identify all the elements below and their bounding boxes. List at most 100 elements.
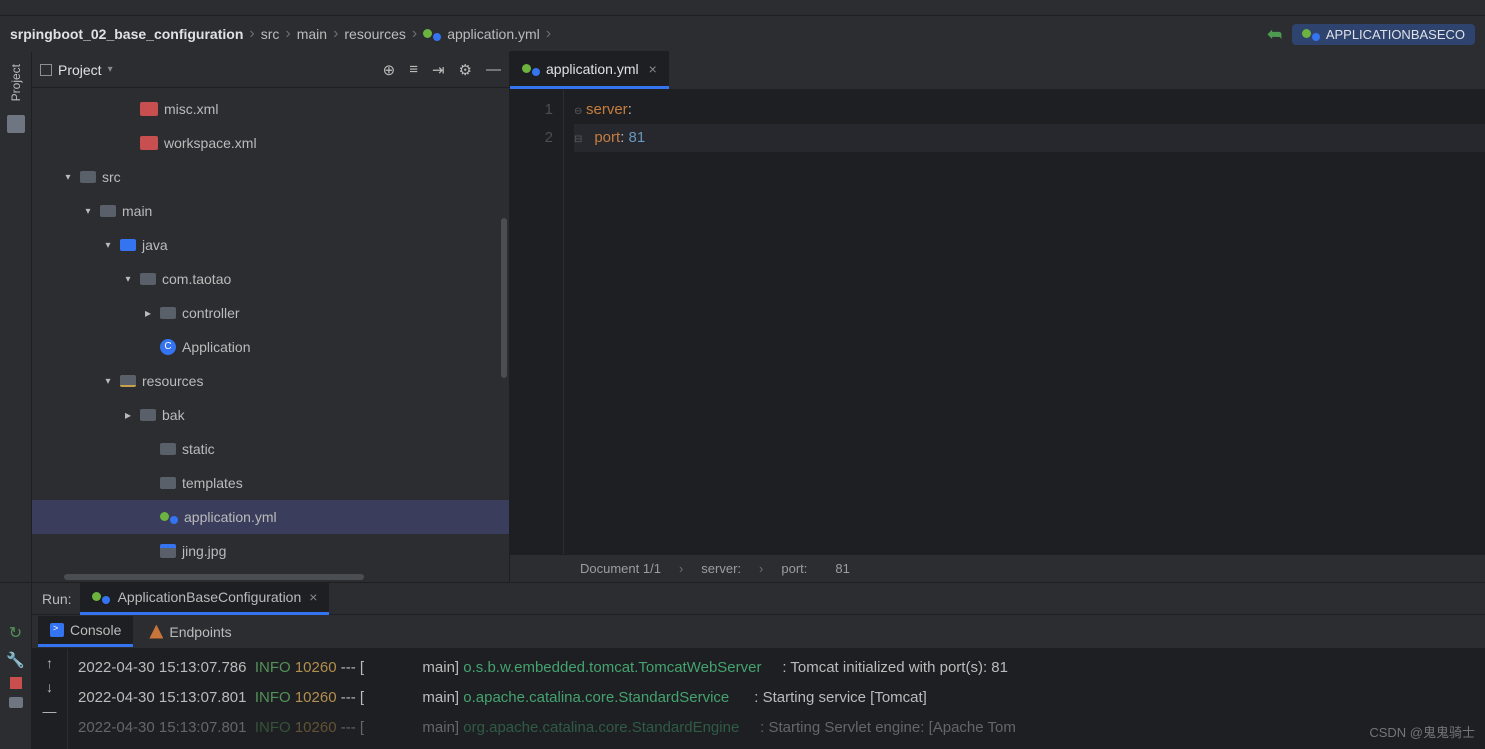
tree-item-label: templates — [182, 475, 243, 491]
rerun-icon[interactable]: ↻ — [9, 623, 22, 643]
scroll-up-icon[interactable]: ↑ — [46, 655, 53, 671]
collapse-all-icon[interactable]: ⇥ — [432, 61, 445, 79]
project-tool-label[interactable]: Project — [7, 60, 25, 105]
breadcrumb-src[interactable]: src — [261, 26, 280, 42]
soft-wrap-icon[interactable]: — — [43, 703, 57, 719]
breadcrumb-resources[interactable]: resources — [344, 26, 405, 42]
hide-icon[interactable]: — — [486, 61, 501, 79]
file-workspace-xml[interactable]: workspace.xml — [32, 126, 509, 160]
breadcrumb-main[interactable]: main — [297, 26, 327, 42]
editor-tab-application-yml[interactable]: application.yml × — [510, 51, 669, 89]
tree-item-label: bak — [162, 407, 185, 423]
tree-item-label: workspace.xml — [164, 135, 257, 151]
breadcrumb-root[interactable]: srpingboot_02_base_configuration — [10, 26, 243, 42]
chevron-icon[interactable] — [62, 172, 74, 183]
breadcrumb-sep-icon — [285, 25, 290, 43]
run-label: Run: — [38, 591, 72, 607]
bookmarks-icon[interactable] — [7, 115, 25, 133]
endpoints-tab[interactable]: Endpoints — [137, 618, 243, 646]
folder-main[interactable]: main — [32, 194, 509, 228]
endpoints-icon — [149, 625, 163, 639]
package-com-taotao[interactable]: com.taotao — [32, 262, 509, 296]
scroll-down-icon[interactable]: ↓ — [46, 679, 53, 695]
run-tab-appbaseconfig[interactable]: ApplicationBaseConfiguration × — [80, 583, 330, 615]
breadcrumb: srpingboot_02_base_configuration src mai… — [10, 25, 551, 43]
project-header: Project ▾ ⊕ ≡ ⇥ ⚙ — — [32, 52, 509, 88]
console-tab[interactable]: Console — [38, 616, 133, 647]
expand-all-icon[interactable]: ≡ — [409, 61, 418, 79]
left-rail: Project — [0, 52, 32, 582]
folder-res-icon — [120, 375, 136, 387]
file-misc-xml[interactable]: misc.xml — [32, 92, 509, 126]
close-run-tab-icon[interactable]: × — [309, 589, 317, 605]
file-jing-jpg[interactable]: jing.jpg — [32, 534, 509, 568]
run-tab-label: ApplicationBaseConfiguration — [118, 589, 302, 605]
pkg-icon — [140, 273, 156, 285]
breadcrumb-file[interactable]: application.yml — [447, 26, 540, 42]
tree-scrollbar[interactable] — [501, 218, 507, 378]
tree-item-label: controller — [182, 305, 240, 321]
tree-hscrollbar[interactable] — [64, 574, 364, 580]
tree-item-label: java — [142, 237, 168, 253]
class-icon: C — [160, 339, 176, 355]
log-lines[interactable]: 2022-04-30 15:13:07.786 INFO 10260 --- [… — [68, 649, 1485, 749]
yml-icon — [160, 510, 178, 524]
breadcrumb-bar: srpingboot_02_base_configuration src mai… — [0, 16, 1485, 52]
tree-item-label: static — [182, 441, 215, 457]
tree-item-label: misc.xml — [164, 101, 218, 117]
folder-icon — [100, 205, 116, 217]
back-arrow-icon[interactable]: ➦ — [1267, 24, 1282, 45]
console-tab-label: Console — [70, 622, 121, 638]
stop-button[interactable] — [10, 677, 22, 689]
project-title[interactable]: Project ▾ — [40, 62, 113, 78]
chevron-icon[interactable] — [122, 408, 134, 422]
editor-code[interactable]: ⊖server:⊟ port: 81 — [564, 90, 1485, 554]
project-title-label: Project — [58, 62, 102, 78]
status-path-1[interactable]: port: — [781, 561, 807, 576]
spring-icon — [1302, 27, 1320, 41]
watermark: CSDN @鬼鬼骑士 — [1369, 722, 1475, 741]
settings-icon[interactable]: ⚙ — [459, 61, 472, 79]
breadcrumb-sep-icon — [546, 25, 551, 43]
status-path-0[interactable]: server: — [701, 561, 741, 576]
code-line[interactable]: ⊟ port: 81 — [574, 124, 1485, 152]
chevron-icon[interactable] — [102, 376, 114, 387]
file-application-yml[interactable]: application.yml — [32, 500, 509, 534]
editor-area: application.yml × 12 ⊖server:⊟ port: 81 … — [510, 52, 1485, 582]
editor-status-bar: Document 1/1 server: port: 81 — [510, 554, 1485, 582]
folder-bak[interactable]: bak — [32, 398, 509, 432]
main-row: Project Project ▾ ⊕ ≡ ⇥ ⚙ — misc.xml work… — [0, 52, 1485, 582]
editor-gutter: 12 — [510, 90, 564, 554]
project-panel: Project ▾ ⊕ ≡ ⇥ ⚙ — misc.xml workspace.xm… — [32, 52, 510, 582]
editor-body[interactable]: 12 ⊖server:⊟ port: 81 — [510, 90, 1485, 554]
run-config-selector[interactable]: APPLICATIONBASECO — [1292, 24, 1475, 45]
chevron-icon[interactable] — [142, 306, 154, 320]
folder-java[interactable]: java — [32, 228, 509, 262]
locate-icon[interactable]: ⊕ — [383, 61, 396, 79]
wrench-icon[interactable]: 🔧 — [6, 651, 25, 669]
run-panel: ↻ 🔧 Run: ApplicationBaseConfiguration × … — [0, 582, 1485, 749]
close-tab-icon[interactable]: × — [649, 61, 657, 77]
endpoints-tab-label: Endpoints — [169, 624, 231, 640]
project-tree[interactable]: misc.xml workspace.xml src main java com.taot… — [32, 88, 509, 582]
tree-item-label: src — [102, 169, 121, 185]
chevron-icon[interactable] — [82, 206, 94, 217]
log-line: 2022-04-30 15:13:07.801 INFO 10260 --- [… — [78, 713, 1475, 743]
folder-static[interactable]: static — [32, 432, 509, 466]
chevron-icon[interactable] — [102, 240, 114, 251]
code-line[interactable]: ⊖server: — [574, 96, 1485, 124]
folder-icon — [140, 409, 156, 421]
screenshot-icon[interactable] — [9, 697, 23, 708]
folder-src[interactable]: src — [32, 160, 509, 194]
console-buttons: ↑ ↓ — — [32, 649, 68, 749]
folder-templates[interactable]: templates — [32, 466, 509, 500]
breadcrumb-right: ➦ APPLICATIONBASECO — [1267, 24, 1475, 45]
run-config-label: APPLICATIONBASECO — [1326, 27, 1465, 42]
class-application[interactable]: C Application — [32, 330, 509, 364]
tree-item-label: Application — [182, 339, 251, 355]
folder-icon — [160, 443, 176, 455]
package-controller[interactable]: controller — [32, 296, 509, 330]
chevron-icon[interactable] — [122, 274, 134, 285]
run-left-rail: ↻ 🔧 — [0, 583, 32, 749]
folder-resources[interactable]: resources — [32, 364, 509, 398]
